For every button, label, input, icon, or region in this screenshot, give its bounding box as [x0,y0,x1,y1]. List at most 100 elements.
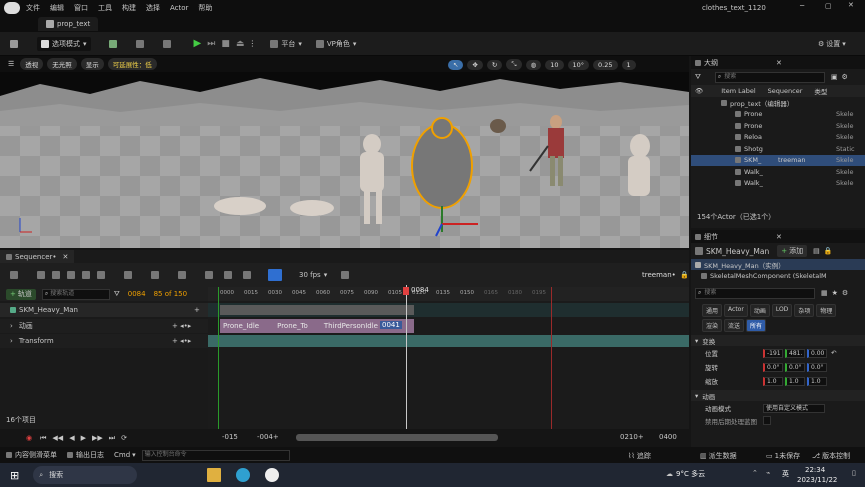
output-log-button[interactable]: 输出日志 [67,450,104,460]
view-options-icon[interactable] [151,271,159,279]
rotate-tool-icon[interactable]: ↻ [486,59,503,70]
add-component-button[interactable]: + 添加 [777,245,808,257]
cat-misc[interactable]: 杂项 [794,304,815,317]
clock-date[interactable]: 2023/11/22 [797,476,837,484]
cinematics-icon[interactable] [162,39,171,48]
view-end-frame[interactable]: 0400 [659,433,677,441]
save-icon[interactable] [10,39,18,48]
loop-icon[interactable]: ⟳ [121,434,127,442]
to-end-icon[interactable]: ⏭ [109,434,115,443]
cat-streaming[interactable]: 流送 [724,319,745,332]
location-x-field[interactable]: -191 [763,348,783,358]
col-item-label[interactable]: Item Label [721,87,755,95]
lock-icon[interactable]: 🔒 [824,247,833,255]
add-folder-icon[interactable]: ▣ [831,73,838,81]
add-subtrack-icon[interactable]: + [194,306,200,314]
outliner-tab[interactable]: 大纲 ✕ [691,56,865,69]
col-sequencer[interactable]: Sequencer [768,87,803,95]
clip-prone-to[interactable]: Prone_To [277,322,308,330]
clip-prone-idle[interactable]: Prone_Idle [223,322,259,330]
blueprint-icon[interactable] [135,39,144,48]
close-icon[interactable]: ✕ [848,1,854,9]
details-settings-icon[interactable]: ⚙ [842,289,848,297]
source-control-button[interactable]: ⎇ 版本控制 [812,451,850,461]
step-icon[interactable]: ⏭ [207,39,215,49]
filter-icon[interactable]: ⛛ [695,73,701,82]
minimize-icon[interactable]: ─ [800,2,804,10]
unreal-logo-icon[interactable] [4,2,20,14]
scale-snap-value[interactable]: 0.25 [593,59,618,70]
track-row-animation[interactable]: › 动画 + ◂•▸ [0,319,208,333]
level-viewport[interactable] [0,56,689,248]
location-y-field[interactable]: 481. [785,348,805,358]
edge-icon[interactable] [236,468,251,482]
prev-frame-icon[interactable]: ◀ [69,434,74,442]
visibility-icon[interactable]: 👁 [695,87,703,95]
diamond-icon[interactable] [224,271,232,279]
lit-mode-button[interactable]: 无光照 [47,58,77,70]
tray-expand-icon[interactable]: ⌃ [752,469,758,477]
outliner-row[interactable]: Prone Skele [691,109,865,121]
settings-button[interactable]: ⚙ 设置 ▾ [818,39,846,49]
playhead-line[interactable] [406,285,407,429]
input-language[interactable]: 英 [782,469,789,479]
render-icon[interactable] [82,271,90,279]
curve-icon[interactable] [243,271,251,279]
outliner-row[interactable]: Reloa Skele [691,132,865,144]
sequencer-tab[interactable]: Sequencer• ✕ [0,250,75,263]
lock-icon[interactable]: 🔒 [680,271,689,279]
outliner-close-icon[interactable]: ✕ [776,59,782,67]
working-start-frame[interactable]: -004+ [257,433,279,441]
star-icon[interactable]: ★ [832,289,838,297]
chevron-right-icon[interactable]: › [10,322,13,330]
cat-rendering[interactable]: 渲染 [702,319,723,332]
outliner-root-row[interactable]: prop_text（编辑器） [691,97,865,109]
clip-third-person-idle[interactable]: ThirdPersonIdle [324,322,378,330]
component-instance-row[interactable]: SKM_Heavy_Man（实例） [691,259,865,270]
rotation-y-field[interactable]: 0.0° [785,362,805,372]
save-sequence-icon[interactable] [37,271,45,279]
reset-icon[interactable]: ↶ [831,349,836,357]
menu-file[interactable]: 文件 [26,3,40,13]
camera-icon[interactable] [67,271,75,279]
network-icon[interactable]: ⌁ [766,469,770,477]
record-icon[interactable]: ◉ [26,434,32,442]
world-icon[interactable] [10,271,18,279]
rotation-label[interactable]: 旋转 [705,362,763,372]
menu-build[interactable]: 构建 [122,3,136,13]
next-frame-icon[interactable]: ▶▶ [92,434,103,442]
filter-icon[interactable]: ⛛ [114,290,120,299]
menu-select[interactable]: 选择 [146,3,160,13]
notification-icon[interactable]: ▯ [852,469,856,477]
transform-bar[interactable] [208,335,689,347]
track-row-transform[interactable]: › Transform + ◂•▸ [0,334,208,348]
platform-dropdown[interactable]: 平台 ▾ [270,39,302,49]
details-close-icon[interactable]: ✕ [776,233,782,241]
tools-icon[interactable] [124,271,132,279]
taskbar-search[interactable]: ⌕ 搜索 [33,466,138,484]
fps-dropdown[interactable]: 30 fps [299,271,321,279]
cat-physics[interactable]: 物理 [816,304,837,317]
chevron-right-icon[interactable]: › [10,337,13,345]
browse-icon[interactable] [52,271,60,279]
prev-key-icon[interactable]: ◀◀ [52,434,63,442]
outliner-row[interactable]: Shotg Static [691,143,865,155]
scale-label[interactable]: 缩放 [705,376,763,386]
timeline-scrollbar[interactable] [296,434,498,441]
working-end-frame[interactable]: 0210+ [620,433,644,441]
cat-lod[interactable]: LOD [771,304,793,317]
start-marker[interactable] [218,287,219,429]
menu-edit[interactable]: 编辑 [50,3,64,13]
outliner-row[interactable]: Walk_ Skele [691,178,865,190]
weather-widget[interactable]: ☁ 9°C 多云 [666,469,705,479]
location-label[interactable]: 位置 [705,348,763,358]
menu-actor[interactable]: Actor [170,4,188,12]
transform-section-header[interactable]: ▾ 变换 [691,335,865,346]
add-key-icon[interactable]: + ◂•▸ [172,337,191,345]
time-ruler[interactable]: 0000 0015 0030 0045 0060 0075 0090 0105 0120 0135… [208,287,689,301]
details-tab[interactable]: 细节 ✕ [691,230,865,243]
snap-magnet-icon[interactable] [268,269,282,281]
file-explorer-icon[interactable] [207,468,222,482]
windows-start-icon[interactable]: ⊞ [10,469,19,482]
cat-general[interactable]: 通用 [702,304,723,317]
